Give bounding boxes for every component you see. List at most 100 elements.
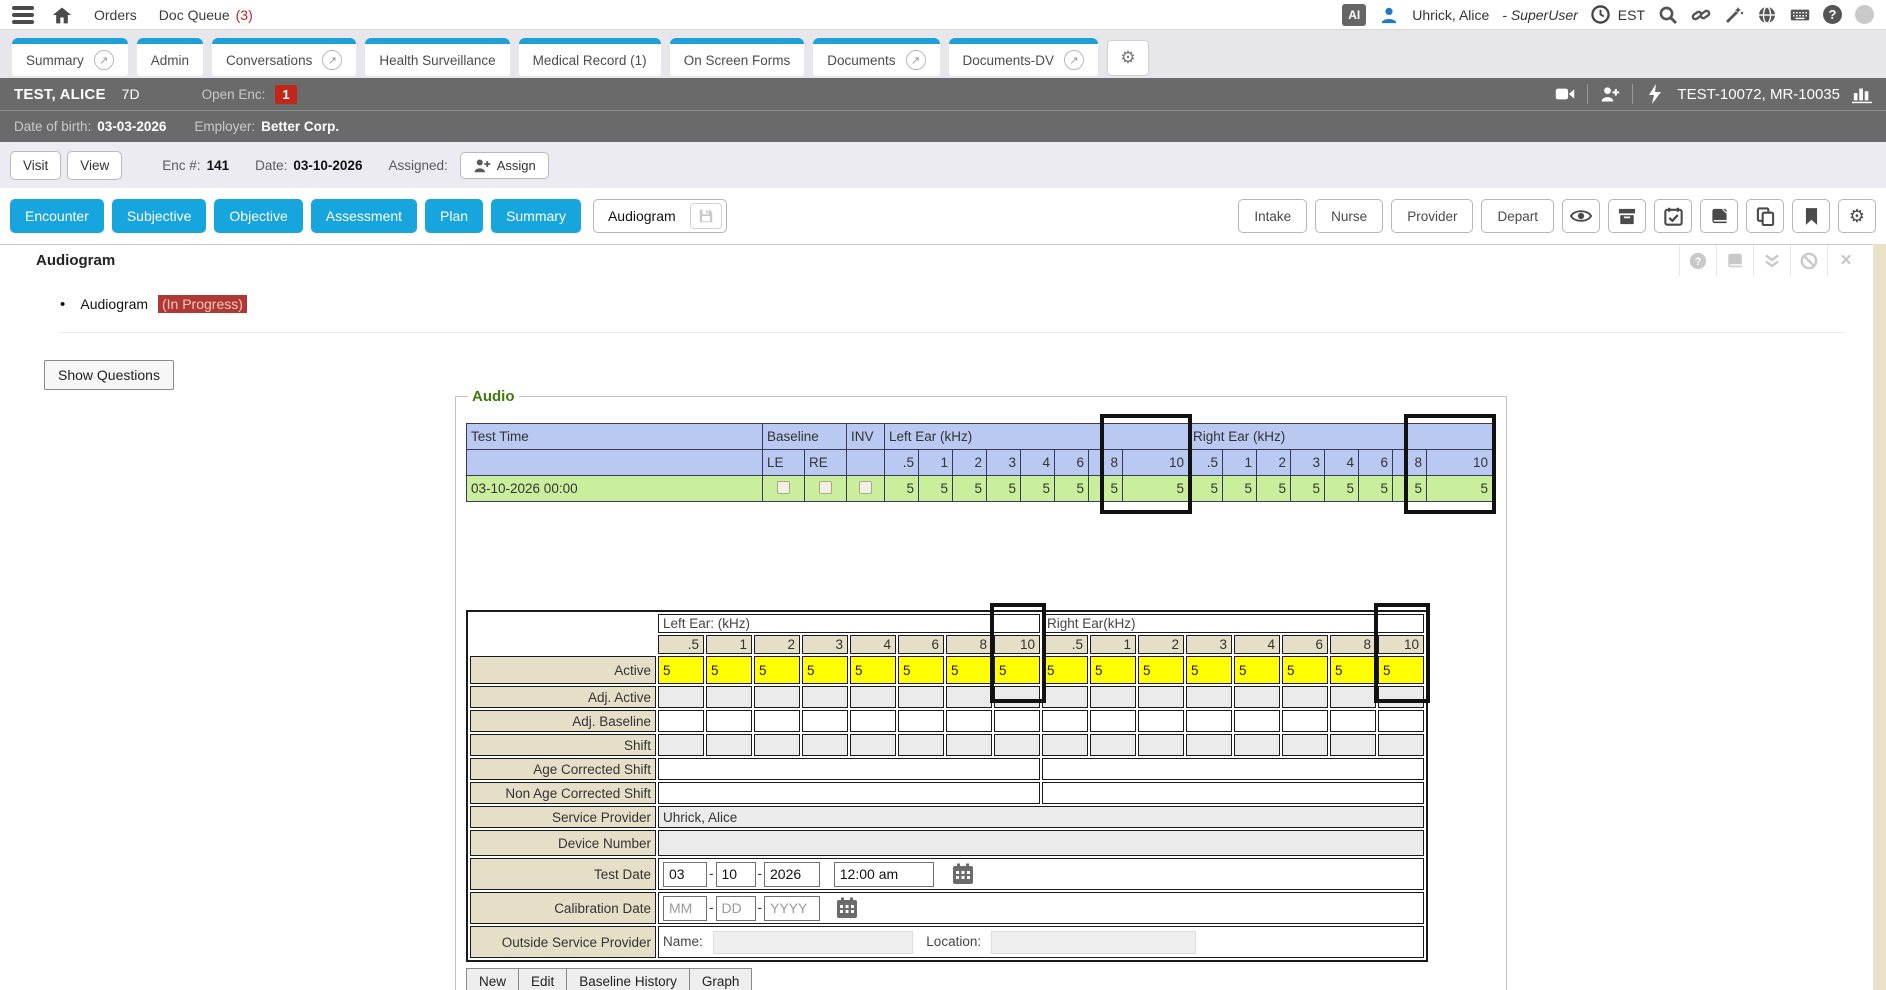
globe-icon[interactable]	[1757, 5, 1777, 25]
assessment-button[interactable]: Assessment	[311, 199, 417, 233]
tab-conversations[interactable]: Conversations ↗	[212, 38, 356, 76]
tab-on-screen-forms[interactable]: On Screen Forms	[670, 38, 805, 76]
copy-pages-icon[interactable]	[1746, 199, 1784, 233]
add-person-icon[interactable]	[1600, 84, 1620, 104]
ai-badge[interactable]: AI	[1342, 4, 1366, 26]
tab-admin[interactable]: Admin	[137, 38, 203, 76]
calendar-icon[interactable]	[952, 863, 974, 885]
lightning-icon[interactable]	[1645, 84, 1665, 104]
search-icon[interactable]	[1658, 5, 1678, 25]
save-icon[interactable]	[690, 203, 722, 229]
tab-settings-gear-icon[interactable]: ⚙	[1107, 40, 1149, 76]
test-time-select[interactable]: 12:00 am	[834, 862, 934, 887]
external-link-icon[interactable]: ↗	[906, 50, 926, 70]
external-link-icon[interactable]: ↗	[322, 50, 342, 70]
active-input[interactable]: 5	[1234, 656, 1280, 684]
active-input[interactable]: 5	[754, 656, 800, 684]
test-date-year-input[interactable]: 2026	[764, 862, 820, 887]
plan-button[interactable]: Plan	[425, 199, 483, 233]
calibration-year-input[interactable]: YYYY	[764, 896, 820, 921]
test-date-month-input[interactable]: 03	[663, 862, 707, 887]
tab-documents[interactable]: Documents ↗	[813, 38, 939, 76]
subjective-button[interactable]: Subjective	[112, 199, 207, 233]
help-circle-icon[interactable]: ?	[1679, 245, 1716, 276]
depart-button[interactable]: Depart	[1481, 199, 1554, 233]
summary-button[interactable]: Summary	[491, 199, 581, 233]
video-camera-icon[interactable]	[1555, 84, 1575, 104]
inv-checkbox[interactable]	[859, 481, 872, 494]
wand-icon[interactable]	[1724, 5, 1744, 25]
calendar-check-icon[interactable]	[1654, 199, 1692, 233]
visit-button[interactable]: Visit	[10, 151, 61, 180]
patient-name[interactable]: TEST, ALICE	[14, 86, 106, 103]
enc-value: 141	[207, 158, 230, 173]
user-name[interactable]: Uhrick, Alice	[1412, 7, 1489, 23]
outside-name-input[interactable]	[713, 931, 913, 954]
open-enc-badge[interactable]: 1	[275, 85, 296, 104]
content-scrollbar[interactable]	[1873, 244, 1886, 990]
tab-documents-dv[interactable]: Documents-DV ↗	[949, 38, 1099, 76]
active-input[interactable]: 5	[1282, 656, 1328, 684]
external-link-icon[interactable]: ↗	[1064, 50, 1084, 70]
baseline-re-checkbox[interactable]	[819, 481, 832, 494]
link-icon[interactable]	[1691, 5, 1711, 25]
audiogram-doc-tab[interactable]: Audiogram	[593, 199, 727, 233]
collapse-chevrons-icon[interactable]	[1753, 245, 1790, 276]
active-input[interactable]: 5	[1138, 656, 1184, 684]
outside-location-input[interactable]	[991, 931, 1196, 954]
active-input[interactable]: 5	[898, 656, 944, 684]
disable-icon[interactable]	[1790, 245, 1827, 276]
graph-button[interactable]: Graph	[689, 968, 753, 990]
tab-medical-record[interactable]: Medical Record (1)	[519, 38, 661, 76]
active-input[interactable]: 5	[1330, 656, 1376, 684]
active-input[interactable]: 5	[802, 656, 848, 684]
doc-queue-link[interactable]: Doc Queue	[159, 7, 230, 23]
settings-gears-icon[interactable]: ⚙	[1838, 199, 1876, 233]
help-icon[interactable]: ?	[1823, 5, 1842, 24]
device-number-value[interactable]	[658, 830, 1424, 856]
section-header: Audiogram ? ×	[0, 244, 1886, 276]
orders-link[interactable]: Orders	[94, 7, 137, 23]
encounter-button[interactable]: Encounter	[10, 199, 104, 233]
active-input[interactable]: 5	[850, 656, 896, 684]
bar-chart-icon[interactable]	[1852, 84, 1872, 104]
provider-button[interactable]: Provider	[1391, 199, 1473, 233]
nurse-button[interactable]: Nurse	[1315, 199, 1383, 233]
view-button[interactable]: View	[67, 151, 122, 180]
test-time-value[interactable]: 03-10-2026 00:00	[467, 476, 763, 502]
active-input[interactable]: 5	[946, 656, 992, 684]
active-input[interactable]: 5	[1186, 656, 1232, 684]
active-input[interactable]: 5	[1042, 656, 1088, 684]
external-link-icon[interactable]: ↗	[94, 50, 114, 70]
eye-icon[interactable]	[1562, 199, 1600, 233]
archive-box-icon[interactable]	[1608, 199, 1646, 233]
baseline-le-checkbox[interactable]	[777, 481, 790, 494]
keyboard-icon[interactable]	[1790, 5, 1810, 25]
book-icon[interactable]	[1700, 199, 1738, 233]
test-date-day-input[interactable]: 10	[716, 862, 756, 887]
calendar-icon[interactable]	[836, 897, 858, 919]
tab-health-surveillance[interactable]: Health Surveillance	[365, 38, 509, 76]
assign-button[interactable]: Assign	[460, 152, 549, 179]
home-icon[interactable]	[52, 5, 72, 25]
new-button[interactable]: New	[466, 968, 519, 990]
left-value: 5	[953, 476, 987, 502]
active-input[interactable]: 5	[706, 656, 752, 684]
svg-text:?: ?	[1695, 256, 1702, 268]
left-value: 5	[919, 476, 953, 502]
edit-button[interactable]: Edit	[518, 968, 567, 990]
calibration-month-input[interactable]: MM	[663, 896, 707, 921]
journal-icon[interactable]	[1716, 245, 1753, 276]
active-input[interactable]: 5	[1090, 656, 1136, 684]
calibration-day-input[interactable]: DD	[716, 896, 756, 921]
tab-summary[interactable]: Summary ↗	[12, 38, 128, 76]
active-input[interactable]: 5	[658, 656, 704, 684]
baseline-history-button[interactable]: Baseline History	[566, 968, 690, 990]
close-icon[interactable]: ×	[1827, 245, 1864, 276]
bookmark-icon[interactable]	[1792, 199, 1830, 233]
objective-button[interactable]: Objective	[214, 199, 302, 233]
hamburger-menu-icon[interactable]	[12, 6, 34, 24]
show-questions-button[interactable]: Show Questions	[44, 360, 174, 390]
note-list-item[interactable]: Audiogram (In Progress)	[60, 296, 247, 313]
intake-button[interactable]: Intake	[1238, 199, 1307, 233]
